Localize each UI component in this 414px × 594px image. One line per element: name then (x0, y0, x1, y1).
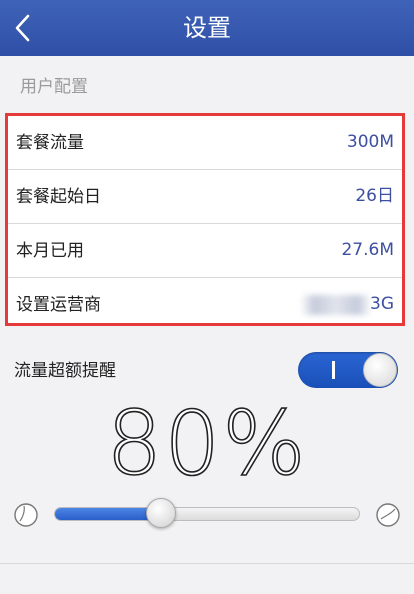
traffic-alert-row: 流量超额提醒 (0, 340, 414, 398)
row-value: 27.6M (341, 240, 394, 260)
row-value: 3G (370, 294, 394, 314)
row-used-this-month[interactable]: 本月已用 27.6M (8, 224, 402, 278)
blurred-carrier-name (300, 295, 372, 315)
sun-icon (376, 503, 400, 527)
traffic-alert-label: 流量超额提醒 (14, 361, 116, 381)
row-label: 本月已用 (16, 241, 84, 261)
threshold-slider-track[interactable] (54, 507, 360, 521)
page-title: 设置 (183, 14, 231, 42)
user-config-list: 套餐流量 300M 套餐起始日 26日 本月已用 27.6M 设置运营商 3G (5, 113, 405, 326)
row-value: 26日 (355, 186, 394, 206)
row-plan-traffic[interactable]: 套餐流量 300M (8, 116, 402, 170)
toggle-knob[interactable] (363, 353, 397, 387)
threshold-slider-thumb[interactable] (146, 498, 176, 528)
section-label-user-config: 用户配置 (20, 77, 88, 97)
bottom-divider (0, 563, 414, 564)
row-value: 300M (346, 132, 394, 152)
moon-icon (14, 503, 38, 527)
alert-threshold-percent: 80% (105, 392, 308, 495)
row-carrier[interactable]: 设置运营商 3G (8, 278, 402, 331)
header-bar: 设置 (0, 0, 414, 56)
traffic-alert-toggle[interactable] (298, 352, 398, 388)
toggle-on-mark (332, 361, 335, 379)
row-label: 套餐起始日 (16, 187, 101, 207)
row-plan-start-day[interactable]: 套餐起始日 26日 (8, 170, 402, 224)
row-label: 套餐流量 (16, 133, 84, 153)
row-label: 设置运营商 (16, 295, 101, 315)
